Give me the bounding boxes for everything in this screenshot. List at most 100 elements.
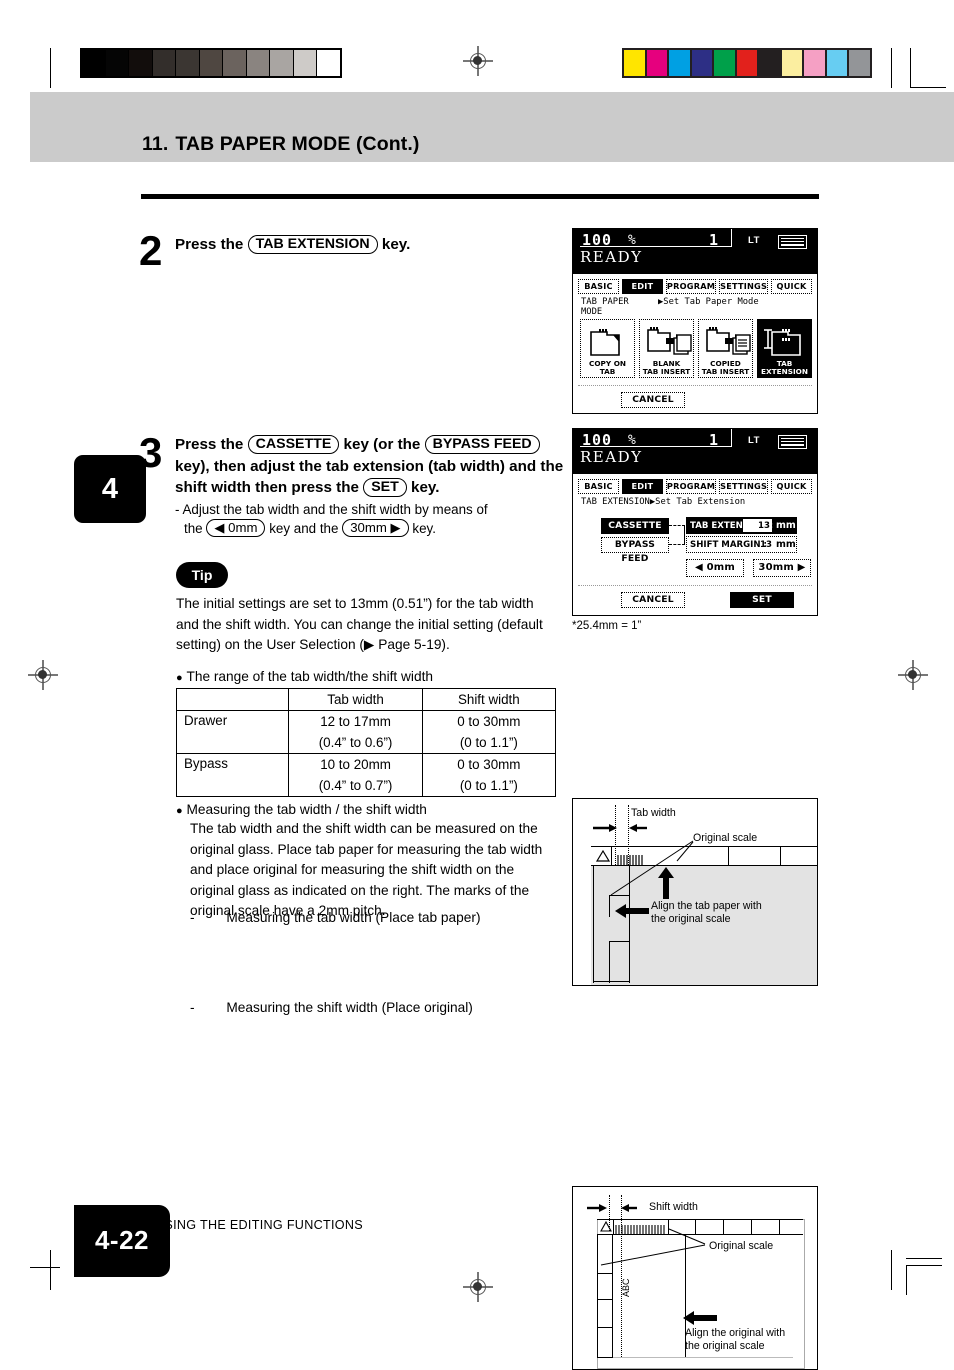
lcd2-tab-quick[interactable]: QUICK: [771, 479, 813, 494]
cassette-key[interactable]: CASSETTE: [247, 435, 340, 454]
crop-mark-bottom-right-corner-h: [906, 1265, 942, 1266]
measuring-item-2: - Measuring the shift width (Place origi…: [190, 998, 473, 1019]
drawer-divider-2: [597, 1299, 613, 1301]
lcd2-connector-line-bottom: [669, 544, 685, 545]
illustration1-align-line1: Align the tab paper with: [651, 900, 762, 912]
range-bypass-shift-width: 0 to 30mm: [421, 753, 557, 775]
lcd2-shift-margin-value: 13: [760, 540, 772, 550]
tip-badge: Tip: [176, 562, 228, 588]
illustration1-align-label: Align the tab paper with the original sc…: [651, 900, 762, 926]
lcd2-set-button[interactable]: SET: [730, 592, 794, 608]
range-table: Tab width Shift width Drawer 12 to 17mm …: [175, 688, 557, 797]
range-row-bypass-label: Bypass: [175, 753, 290, 797]
crop-mark-top-right-corner-v: [910, 48, 911, 88]
measuring-heading: ● Measuring the tab width / the shift wi…: [176, 800, 427, 821]
paper-tray-icon: [778, 235, 807, 249]
lcd2-tab-row[interactable]: BASIC EDIT PROGRAM SETTINGS QUICK: [573, 479, 817, 494]
step-2-text: Press the TAB EXTENSION key.: [175, 234, 545, 256]
lcd2-tab-edit[interactable]: EDIT: [621, 479, 663, 494]
lcd2-status-bar: 100 % 1 READY LT: [573, 429, 817, 474]
step-3-substep-line2-pre: the: [184, 521, 203, 537]
lcd-panel-tab-paper-mode[interactable]: 100 % 1 READY LT BASIC EDIT PROGRAM SETTING…: [572, 228, 818, 414]
color-swatch: [669, 50, 692, 76]
table-row: Bypass 10 to 20mm 0 to 30mm: [175, 753, 557, 797]
bypass-feed-key[interactable]: BYPASS FEED: [424, 435, 540, 454]
lcd2-bypass-feed-button[interactable]: BYPASS FEED: [601, 537, 669, 564]
illustration-shift-width: Shift width Original scale ABC Align the…: [572, 1186, 818, 1370]
tab-paper-mode-icon: [581, 324, 634, 360]
tab-paper-mode-icon: [640, 324, 693, 360]
lcd1-mode-icon-caption: BLANK TAB INSERT: [642, 359, 691, 376]
lcd2-breadcrumb-right: ▶Set Tab Extension: [649, 497, 746, 507]
illustration2-align-label: Align the original with the original sca…: [685, 1327, 785, 1353]
lcd2-paper-size: LT: [748, 435, 760, 446]
lcd1-mode-icon-copy-on-tab[interactable]: COPY ON TAB: [580, 319, 635, 378]
crop-mark-top-right-vertical: [891, 48, 892, 88]
page-title: 11. TAB PAPER MODE (Cont.): [142, 133, 419, 156]
step-2-number: 2: [139, 227, 163, 274]
title-rule: [141, 194, 819, 199]
tip-line3-pre: setting) on the User Selection (: [176, 637, 364, 653]
step-3-line2: key), then adjust the tab extension (tab…: [175, 457, 537, 475]
tab-extension-key[interactable]: TAB EXTENSION: [247, 235, 378, 254]
lcd2-shift-margin-field[interactable]: SHIFT MARGIN : 13 mm: [686, 536, 797, 553]
registration-mark-bottom-center: [463, 1272, 493, 1302]
crop-mark-top-left-vertical: [50, 48, 51, 88]
lcd1-mode-icon-row[interactable]: COPY ON TAB BLANK TAB INSERT COPIED TAB INSE…: [580, 319, 812, 378]
set-key[interactable]: SET: [363, 478, 407, 498]
lcd1-tab-row[interactable]: BASIC EDIT PROGRAM SETTINGS QUICK: [573, 279, 817, 294]
lcd1-tab-program[interactable]: PROGRAM: [665, 279, 717, 294]
crop-mark-bottom-left-vertical: [50, 1250, 51, 1290]
range-heading-text: The range of the tab width/the shift wid…: [186, 669, 433, 684]
tab-paper-edge-4: [609, 941, 611, 983]
lcd1-tab-settings[interactable]: SETTINGS: [719, 279, 769, 294]
lcd1-breadcrumb-left-line1: TAB PAPER: [581, 297, 629, 307]
bullet-icon: ●: [176, 805, 183, 817]
color-swatch: [714, 50, 737, 76]
lcd1-breadcrumb: TAB PAPER MODE: [581, 297, 629, 318]
lcd2-increment-button[interactable]: 30mm ▶: [753, 559, 811, 577]
measuring-para-line2: original glass. Place tab paper for meas…: [190, 841, 543, 857]
lcd2-tab-program[interactable]: PROGRAM: [665, 479, 717, 494]
lcd1-mode-icon-blank-tab-insert[interactable]: BLANK TAB INSERT: [639, 319, 694, 378]
lcd2-tab-basic[interactable]: BASIC: [578, 479, 619, 494]
lcd1-tab-quick[interactable]: QUICK: [771, 279, 813, 294]
illustration2-original-scale-label: Original scale: [709, 1240, 774, 1252]
lcd2-decrement-button[interactable]: ◀ 0mm: [686, 559, 744, 577]
measuring-item-1: - Measuring the tab width (Place tab pap…: [190, 908, 481, 929]
tip-line2: and the shift width. You can change the …: [176, 616, 543, 632]
grayscale-swatch: [105, 50, 130, 76]
registration-mark-left: [28, 660, 58, 690]
table-row: Drawer 12 to 17mm 0 to 30mm: [175, 710, 557, 754]
lcd2-tab-settings[interactable]: SETTINGS: [719, 479, 769, 494]
step-3-substep: - Adjust the tab width and the shift wid…: [175, 500, 555, 539]
registration-mark-top-center: [463, 46, 493, 76]
color-swatch: [646, 50, 670, 76]
scale-tick2-5: [751, 1219, 753, 1235]
step-3-line-mid: key (or the: [343, 436, 421, 453]
measuring-para-line4: original glass as indicated on the right…: [190, 882, 530, 898]
lcd1-tab-edit[interactable]: EDIT: [621, 279, 663, 294]
lcd1-mode-icon-copied-tab-insert[interactable]: COPIED TAB INSERT: [698, 319, 753, 378]
lcd1-mode-icon-tab-extension[interactable]: TAB EXTENSION: [757, 319, 812, 378]
measuring-item-2-text: Measuring the shift width (Place origina…: [226, 1000, 473, 1015]
step-3-number: 3: [139, 429, 163, 476]
plus-30mm-key[interactable]: 30mm ▶: [342, 519, 409, 538]
lcd2-cassette-button[interactable]: CASSETTE: [601, 518, 669, 534]
lcd1-cancel-button[interactable]: CANCEL: [621, 392, 685, 408]
color-swatch: [759, 50, 782, 76]
minus-0mm-key[interactable]: ◀ 0mm: [206, 519, 266, 538]
lcd2-cancel-button[interactable]: CANCEL: [621, 592, 685, 608]
lcd1-mode-icon-caption: COPIED TAB INSERT: [701, 359, 750, 376]
lcd1-tab-basic[interactable]: BASIC: [578, 279, 619, 294]
illustration1-align-line2: the original scale: [651, 913, 731, 926]
tip-line1: The initial settings are set to 13mm (0.…: [176, 596, 534, 611]
measuring-item-1-text: Measuring the tab width (Place tab paper…: [226, 910, 481, 925]
bullet-icon: ●: [176, 672, 183, 684]
scale-tick2-6: [779, 1219, 781, 1235]
illustration1-tab-width-label: Tab width: [631, 807, 676, 819]
page-number-tab: 4-22: [74, 1205, 170, 1277]
step-3-line-pre: Press the: [175, 436, 244, 453]
lcd-panel-tab-extension[interactable]: 100 % 1 READY LT BASIC EDIT PROGRAM SETTING…: [572, 428, 818, 616]
lcd2-tab-extension-field[interactable]: TAB EXTENSION : 13 mm: [686, 517, 797, 534]
